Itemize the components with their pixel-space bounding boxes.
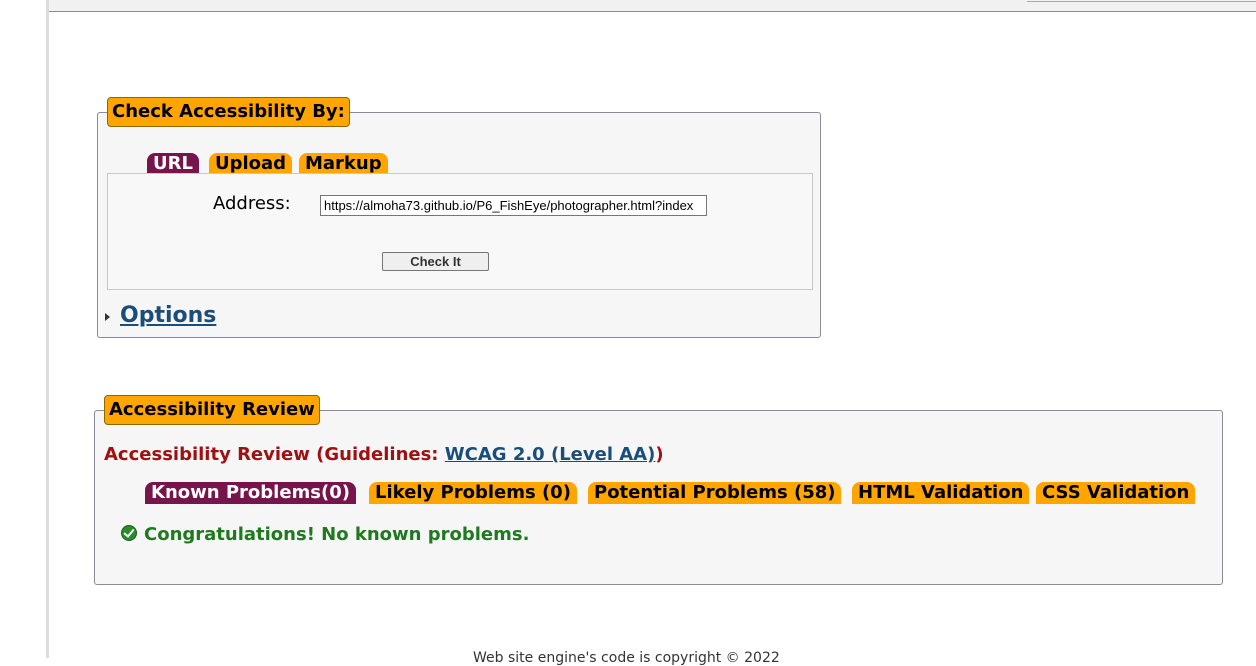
triangle-right-icon[interactable]: [105, 313, 110, 321]
tab-markup[interactable]: Markup: [299, 153, 388, 175]
review-heading-suffix: ): [655, 444, 664, 465]
top-search-field[interactable]: [1027, 0, 1256, 2]
address-label: Address:: [213, 193, 291, 214]
review-heading: Accessibility Review (Guidelines: WCAG 2…: [104, 443, 664, 467]
check-circle-icon: [121, 525, 137, 541]
footer-text: Web site engine's code is copyright © 20…: [473, 650, 780, 666]
result-message: Congratulations! No known problems.: [121, 523, 529, 547]
check-accessibility-legend: Check Accessibility By:: [107, 97, 350, 127]
check-it-button[interactable]: Check It: [382, 252, 489, 271]
left-margin: [0, 0, 46, 658]
left-border: [46, 0, 49, 658]
tab-known-problems[interactable]: Known Problems(0): [145, 482, 356, 504]
tab-url[interactable]: URL: [147, 153, 199, 175]
wcag-guideline-link[interactable]: WCAG 2.0 (Level AA): [445, 444, 656, 465]
address-input[interactable]: https://almoha73.github.io/P6_FishEye/ph…: [320, 195, 707, 216]
result-message-text: Congratulations! No known problems.: [144, 524, 530, 545]
review-heading-prefix: Accessibility Review (Guidelines:: [104, 444, 445, 465]
tab-css-validation[interactable]: CSS Validation: [1036, 482, 1196, 504]
accessibility-review-legend: Accessibility Review: [104, 395, 320, 425]
url-form-box: [107, 173, 813, 290]
tab-upload[interactable]: Upload: [209, 153, 293, 175]
options-link[interactable]: Options: [120, 302, 216, 330]
tab-potential-problems[interactable]: Potential Problems (58): [588, 482, 842, 504]
tab-likely-problems[interactable]: Likely Problems (0): [369, 482, 577, 504]
tab-html-validation[interactable]: HTML Validation: [852, 482, 1030, 504]
